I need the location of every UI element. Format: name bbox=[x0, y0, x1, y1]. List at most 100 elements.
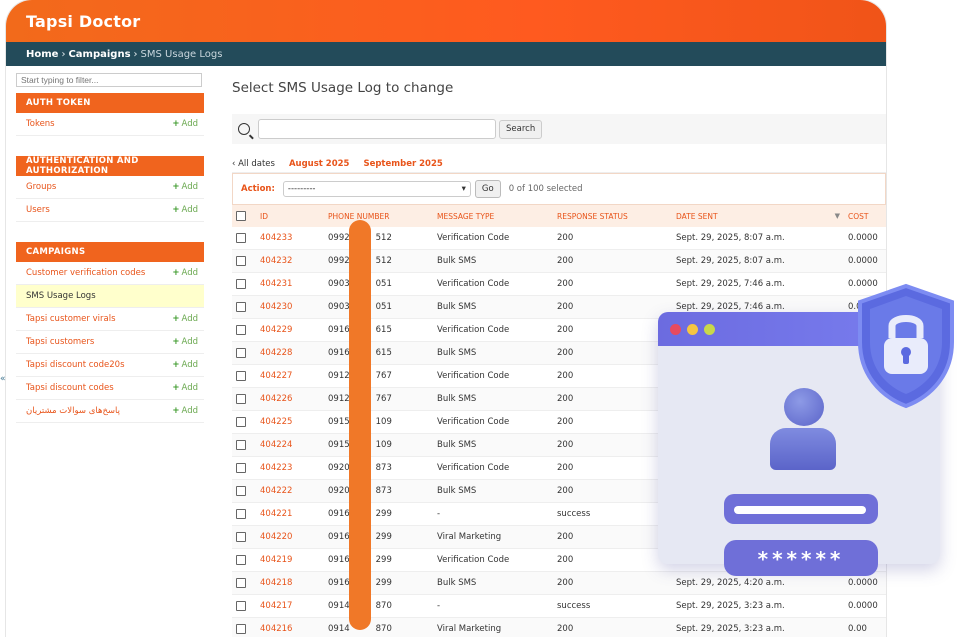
site-brand[interactable]: Tapsi Doctor bbox=[26, 12, 140, 31]
row-id-link[interactable]: 404231 bbox=[256, 272, 324, 296]
sidebar-module-title[interactable]: AUTHENTICATION AND AUTHORIZATION bbox=[16, 156, 204, 176]
row-checkbox[interactable] bbox=[236, 554, 246, 565]
table-row[interactable]: 404216 0914 870 Viral Marketing 200 Sept. 29,… bbox=[232, 617, 886, 637]
row-id-link[interactable]: 404221 bbox=[256, 502, 324, 526]
row-checkbox[interactable] bbox=[236, 462, 246, 473]
row-id-link[interactable]: 404226 bbox=[256, 387, 324, 411]
sidebar-item: Tapsi discount code20s + Add bbox=[16, 354, 204, 377]
row-checkbox[interactable] bbox=[236, 508, 246, 519]
date-sent-cell: Sept. 29, 2025, 3:23 a.m. bbox=[672, 594, 844, 618]
column-header-phone[interactable]: PHONE NUMBER bbox=[324, 205, 433, 227]
collapse-sidebar-icon[interactable]: « bbox=[0, 374, 6, 384]
add-link[interactable]: + Add bbox=[172, 119, 198, 129]
add-link[interactable]: + Add bbox=[172, 360, 198, 370]
go-button[interactable]: Go bbox=[474, 180, 501, 198]
sidebar-module-title[interactable]: AUTH TOKEN bbox=[16, 93, 204, 113]
table-row[interactable]: 404233 0992 512 Verification Code 200 Sept. 2… bbox=[232, 227, 886, 250]
phone-suffix: 299 bbox=[375, 555, 392, 565]
row-id-link[interactable]: 404233 bbox=[256, 227, 324, 250]
row-checkbox[interactable] bbox=[236, 278, 246, 289]
row-id-link[interactable]: 404225 bbox=[256, 410, 324, 434]
row-checkbox[interactable] bbox=[236, 577, 246, 588]
search-button[interactable]: Search bbox=[499, 119, 543, 139]
all-dates-link[interactable]: ‹ All dates bbox=[232, 159, 275, 169]
sort-descending-icon[interactable]: ▼ bbox=[835, 212, 840, 220]
row-checkbox[interactable] bbox=[236, 485, 246, 496]
phone-number-cell: 0915 109 bbox=[324, 410, 433, 434]
row-checkbox[interactable] bbox=[236, 531, 246, 542]
phone-number-cell: 0916 299 bbox=[324, 571, 433, 595]
column-header-date-sent[interactable]: DATE SENT ▼ bbox=[672, 205, 844, 227]
row-checkbox[interactable] bbox=[236, 347, 246, 358]
add-label: Add bbox=[181, 205, 198, 215]
sidebar-item-link[interactable]: پاسخ‌های سوالات مشتریان bbox=[26, 406, 120, 416]
breadcrumb-home[interactable]: Home bbox=[26, 49, 58, 60]
plus-icon: + bbox=[172, 337, 180, 347]
row-id-link[interactable]: 404219 bbox=[256, 548, 324, 572]
row-checkbox[interactable] bbox=[236, 623, 246, 634]
row-checkbox[interactable] bbox=[236, 439, 246, 450]
phone-prefix: 0920 bbox=[328, 486, 350, 496]
row-id-link[interactable]: 404217 bbox=[256, 594, 324, 618]
row-id-link[interactable]: 404227 bbox=[256, 364, 324, 388]
add-link[interactable]: + Add bbox=[172, 383, 198, 393]
row-id-link[interactable]: 404228 bbox=[256, 341, 324, 365]
select-all-checkbox[interactable] bbox=[236, 211, 246, 221]
sidebar-item-link[interactable]: Tapsi discount codes bbox=[26, 383, 114, 393]
column-header-id[interactable]: ID bbox=[256, 205, 324, 227]
row-id-link[interactable]: 404218 bbox=[256, 571, 324, 595]
message-type-cell: Verification Code bbox=[433, 227, 553, 250]
column-header-response-status[interactable]: RESPONSE STATUS bbox=[553, 205, 672, 227]
breadcrumb-campaigns[interactable]: Campaigns bbox=[68, 49, 130, 60]
message-type-cell: Bulk SMS bbox=[433, 479, 553, 503]
sidebar-module-title[interactable]: CAMPAIGNS bbox=[16, 242, 204, 262]
sidebar-item-link[interactable]: Tapsi customer virals bbox=[26, 314, 116, 324]
row-checkbox[interactable] bbox=[236, 255, 246, 266]
row-id-link[interactable]: 404223 bbox=[256, 456, 324, 480]
sidebar-item-link[interactable]: Tapsi discount code20s bbox=[26, 360, 125, 370]
search-input[interactable] bbox=[258, 119, 496, 139]
phone-suffix: 109 bbox=[375, 417, 392, 427]
add-label: Add bbox=[181, 406, 198, 416]
date-link-september-2025[interactable]: September 2025 bbox=[363, 159, 442, 169]
row-id-link[interactable]: 404216 bbox=[256, 617, 324, 637]
add-link[interactable]: + Add bbox=[172, 337, 198, 347]
row-checkbox[interactable] bbox=[236, 301, 246, 312]
column-header-cost[interactable]: COST bbox=[844, 205, 886, 227]
row-checkbox-cell bbox=[232, 249, 256, 273]
sidebar-item-link[interactable]: SMS Usage Logs bbox=[26, 291, 96, 301]
row-id-link[interactable]: 404232 bbox=[256, 249, 324, 273]
plus-icon: + bbox=[172, 205, 180, 215]
row-id-link[interactable]: 404222 bbox=[256, 479, 324, 503]
add-link[interactable]: + Add bbox=[172, 205, 198, 215]
row-checkbox[interactable] bbox=[236, 393, 246, 404]
sidebar-item-link[interactable]: Tokens bbox=[26, 119, 55, 129]
row-checkbox[interactable] bbox=[236, 416, 246, 427]
sidebar-item-link[interactable]: Tapsi customers bbox=[26, 337, 94, 347]
cost-cell: 0.0000 bbox=[844, 227, 886, 250]
row-id-link[interactable]: 404220 bbox=[256, 525, 324, 549]
column-header-message-type[interactable]: MESSAGE TYPE bbox=[433, 205, 553, 227]
table-row[interactable]: 404217 0914 870 - success Sept. 29, 2025, 3:2… bbox=[232, 594, 886, 618]
row-id-link[interactable]: 404230 bbox=[256, 295, 324, 319]
sidebar-filter-input[interactable] bbox=[16, 73, 202, 87]
add-link[interactable]: + Add bbox=[172, 314, 198, 324]
add-link[interactable]: + Add bbox=[172, 182, 198, 192]
row-checkbox[interactable] bbox=[236, 600, 246, 611]
add-link[interactable]: + Add bbox=[172, 268, 198, 278]
row-checkbox[interactable] bbox=[236, 232, 246, 243]
add-link[interactable]: + Add bbox=[172, 406, 198, 416]
sidebar-item-link[interactable]: Groups bbox=[26, 182, 56, 192]
sidebar-item-link[interactable]: Users bbox=[26, 205, 50, 215]
row-checkbox[interactable] bbox=[236, 370, 246, 381]
date-link-august-2025[interactable]: August 2025 bbox=[289, 159, 350, 169]
sidebar-item-link[interactable]: Customer verification codes bbox=[26, 268, 145, 278]
phone-number-cell: 0915 109 bbox=[324, 433, 433, 457]
row-checkbox[interactable] bbox=[236, 324, 246, 335]
row-id-link[interactable]: 404229 bbox=[256, 318, 324, 342]
table-row[interactable]: 404232 0992 512 Bulk SMS 200 Sept. 29, 2025, … bbox=[232, 249, 886, 273]
selection-counter: 0 of 100 selected bbox=[508, 184, 583, 194]
action-select[interactable]: --------- ▾ bbox=[282, 181, 471, 197]
row-id-link[interactable]: 404224 bbox=[256, 433, 324, 457]
